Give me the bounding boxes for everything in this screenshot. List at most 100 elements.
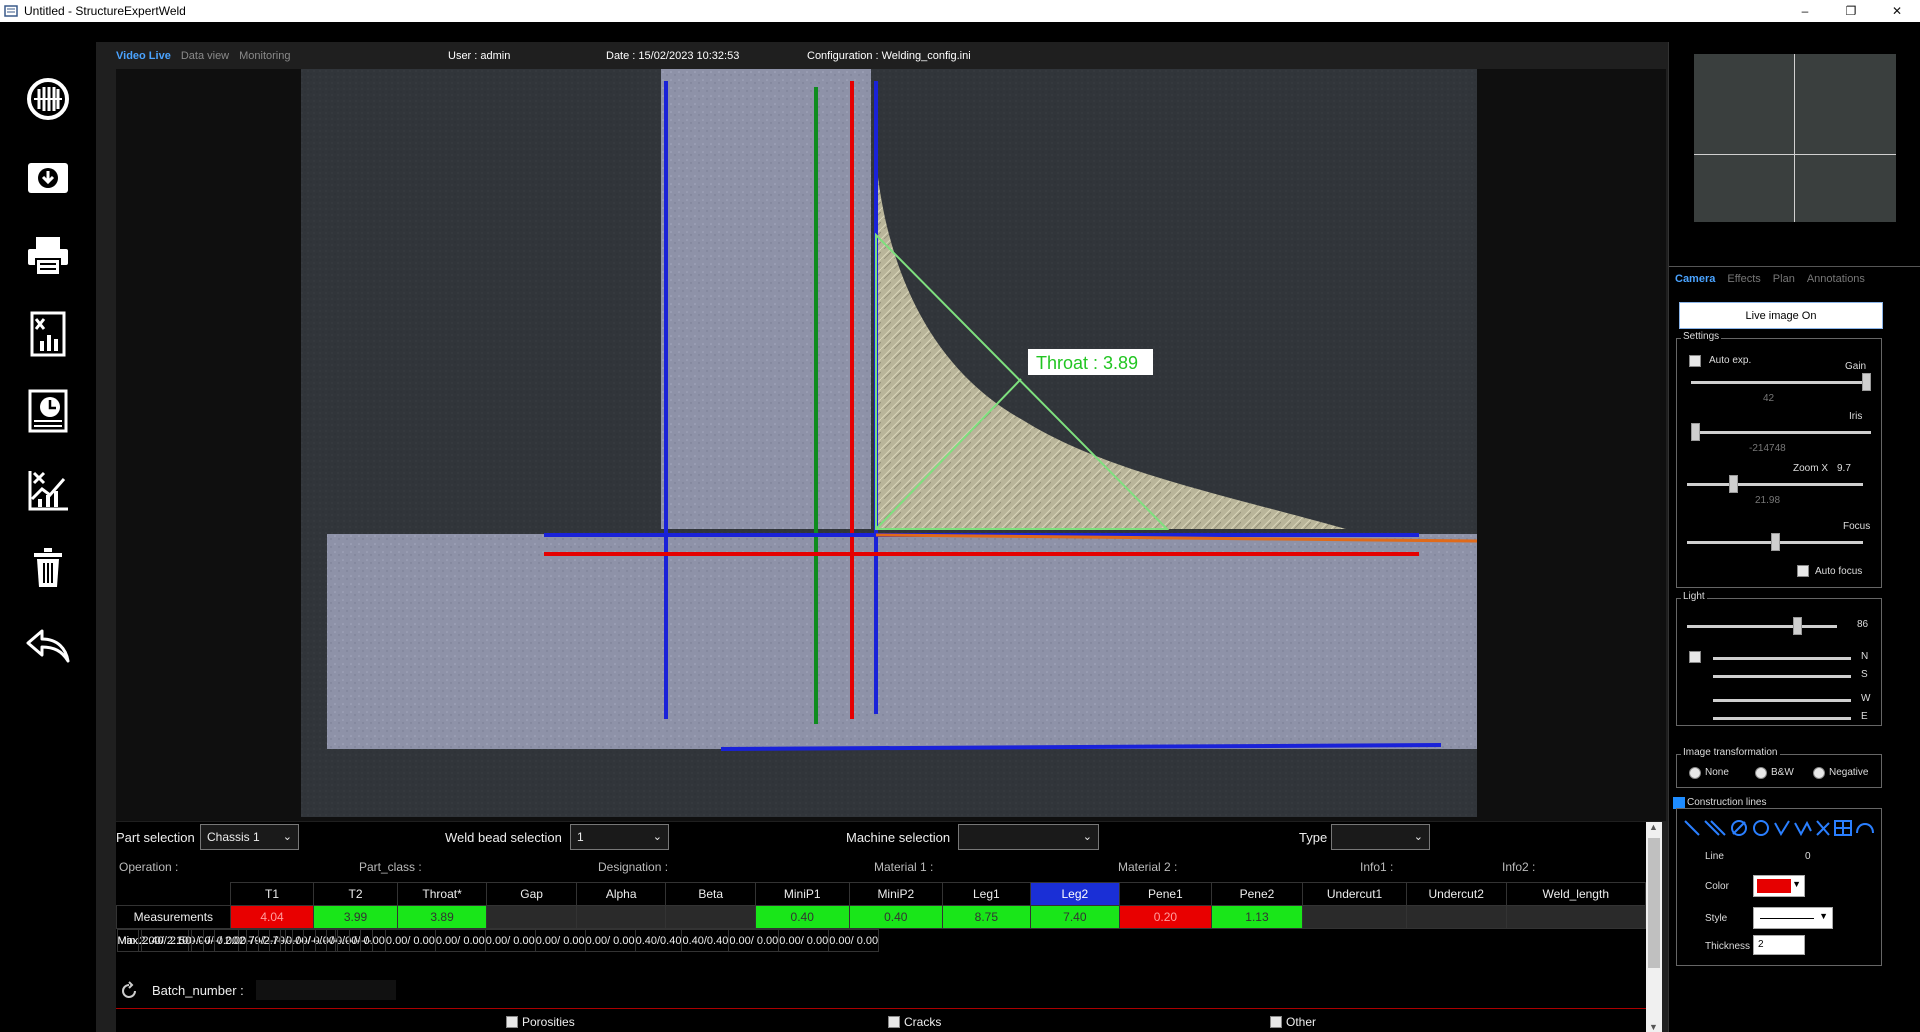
table-cell[interactable]: 0.00/ 0.00 [828,929,880,952]
undo-button[interactable] [23,620,73,670]
light-checkbox[interactable] [1689,651,1701,663]
weld-bead-select[interactable]: 1 ⌄ [570,824,669,850]
table-cell[interactable]: -/- [291,929,305,952]
auto-focus-checkbox[interactable] [1797,565,1809,577]
style-select[interactable]: ▼ [1753,907,1833,929]
zoom-slider[interactable] [1687,483,1863,486]
column-header[interactable]: MiniP1 [754,882,850,906]
tab-data-view[interactable]: Data view [181,50,229,62]
table-cell[interactable]: 3.99 [313,905,398,929]
table-cell[interactable]: 0.40/0.40 [634,929,683,952]
table-cell[interactable]: 0.40 [848,905,944,929]
table-cell[interactable]: -/- [257,929,271,952]
excel-report-button[interactable] [23,308,73,358]
light-w-slider[interactable] [1713,699,1851,702]
gain-slider-thumb[interactable] [1862,373,1871,391]
capture-button[interactable] [23,74,73,124]
table-cell[interactable]: 0.00/ 0.00 [584,929,636,952]
gain-slider[interactable] [1691,381,1871,384]
table-cell[interactable]: 3.89 [396,905,488,929]
table-cell[interactable]: -/- [191,929,204,952]
column-header[interactable]: MiniP2 [848,882,944,906]
type-select[interactable]: ⌄ [1331,824,1430,850]
table-cell[interactable]: 0.00/ 0.00 [484,929,536,952]
light-slider[interactable] [1687,625,1837,628]
table-cell[interactable]: -/ 2.00 [214,929,248,952]
image-view[interactable]: Throat : 3.89 [116,69,1666,821]
line-tool-icons[interactable] [1683,819,1879,837]
table-cell[interactable]: 0.00/ 0.00 [728,929,780,952]
live-image-button[interactable]: Live image On [1679,302,1883,329]
column-header[interactable]: Undercut1 [1302,882,1407,906]
scroll-down-icon[interactable]: ▼ [1649,1022,1658,1032]
table-cell[interactable]: -/- [325,929,339,952]
column-header[interactable]: Throat* [396,882,488,906]
light-s-slider[interactable] [1713,675,1851,678]
tab-monitoring[interactable]: Monitoring [239,50,290,62]
focus-slider-thumb[interactable] [1770,533,1780,551]
iris-slider-thumb[interactable] [1691,423,1700,441]
table-cell[interactable] [665,905,756,929]
column-header[interactable]: Alpha [575,882,667,906]
maximize-button[interactable]: ❐ [1828,0,1874,22]
cracks-checkbox[interactable] [888,1016,900,1028]
print-button[interactable] [23,230,73,280]
column-header[interactable]: Leg2 [1029,882,1121,906]
delete-button[interactable] [23,542,73,592]
table-cell[interactable]: 0.40/0.40 [681,929,730,952]
table-cell[interactable]: 0.00/ 0.00 [534,929,586,952]
table-cell[interactable]: -/- [246,929,259,952]
other-checkbox[interactable] [1270,1016,1282,1028]
table-cell[interactable]: 0.00/ 0.00 [778,929,830,952]
light-slider-thumb[interactable] [1792,617,1802,635]
column-header[interactable]: Weld_length [1505,882,1647,906]
refresh-icon[interactable] [119,981,139,1001]
table-cell[interactable]: -/- [269,929,282,952]
table-cell[interactable] [1302,905,1407,929]
light-n-slider[interactable] [1713,657,1851,660]
table-cell[interactable]: -/- [202,929,216,952]
table-cell[interactable]: 4.04 [229,905,315,929]
porosities-checkbox[interactable] [506,1016,518,1028]
table-cell[interactable]: -/- [280,929,293,952]
bottom-scrollbar[interactable]: ▲ ▼ [1646,822,1662,1032]
zoom-slider-thumb[interactable] [1728,475,1738,493]
tab-annotations[interactable]: Annotations [1807,273,1865,285]
column-header[interactable]: Leg1 [942,882,1031,906]
transform-none-radio[interactable] [1689,767,1701,779]
history-report-button[interactable] [23,386,73,436]
table-cell[interactable]: -/- [360,929,373,952]
table-cell[interactable] [1505,905,1647,929]
thickness-spinner[interactable]: 2 [1753,935,1805,955]
import-button[interactable] [23,152,73,202]
table-cell[interactable]: 0.40 [754,905,850,929]
table-cell[interactable]: 0.00/ 0.00 [384,929,436,952]
tab-effects[interactable]: Effects [1727,273,1760,285]
table-cell[interactable]: 1.13 [1210,905,1304,929]
table-cell[interactable] [575,905,667,929]
tab-camera[interactable]: Camera [1675,273,1715,285]
scrollbar-thumb[interactable] [1648,838,1660,968]
machine-select[interactable]: ⌄ [958,824,1099,850]
table-cell[interactable]: 8.75 [942,905,1031,929]
column-header[interactable]: Pene1 [1119,882,1212,906]
table-cell[interactable]: -/- [348,929,362,952]
table-cell[interactable] [486,905,577,929]
auto-exposure-checkbox[interactable] [1689,355,1701,367]
iris-slider[interactable] [1691,431,1871,434]
color-picker[interactable]: ▼ [1753,875,1805,897]
column-header[interactable]: Undercut2 [1405,882,1507,906]
column-header[interactable]: Pene2 [1210,882,1304,906]
column-header[interactable]: T2 [313,882,398,906]
column-header[interactable]: T1 [229,882,315,906]
statistics-button[interactable] [23,464,73,514]
tab-plan[interactable]: Plan [1773,273,1795,285]
table-cell[interactable]: 0.00/ 0.00 [434,929,486,952]
column-header[interactable]: Beta [665,882,756,906]
transform-bw-radio[interactable] [1755,767,1767,779]
table-cell[interactable]: -/- [303,929,316,952]
close-button[interactable]: ✕ [1874,0,1920,22]
table-cell[interactable]: -/- [314,929,328,952]
minimize-button[interactable]: – [1782,0,1828,22]
table-cell[interactable]: 7.40 [1029,905,1121,929]
